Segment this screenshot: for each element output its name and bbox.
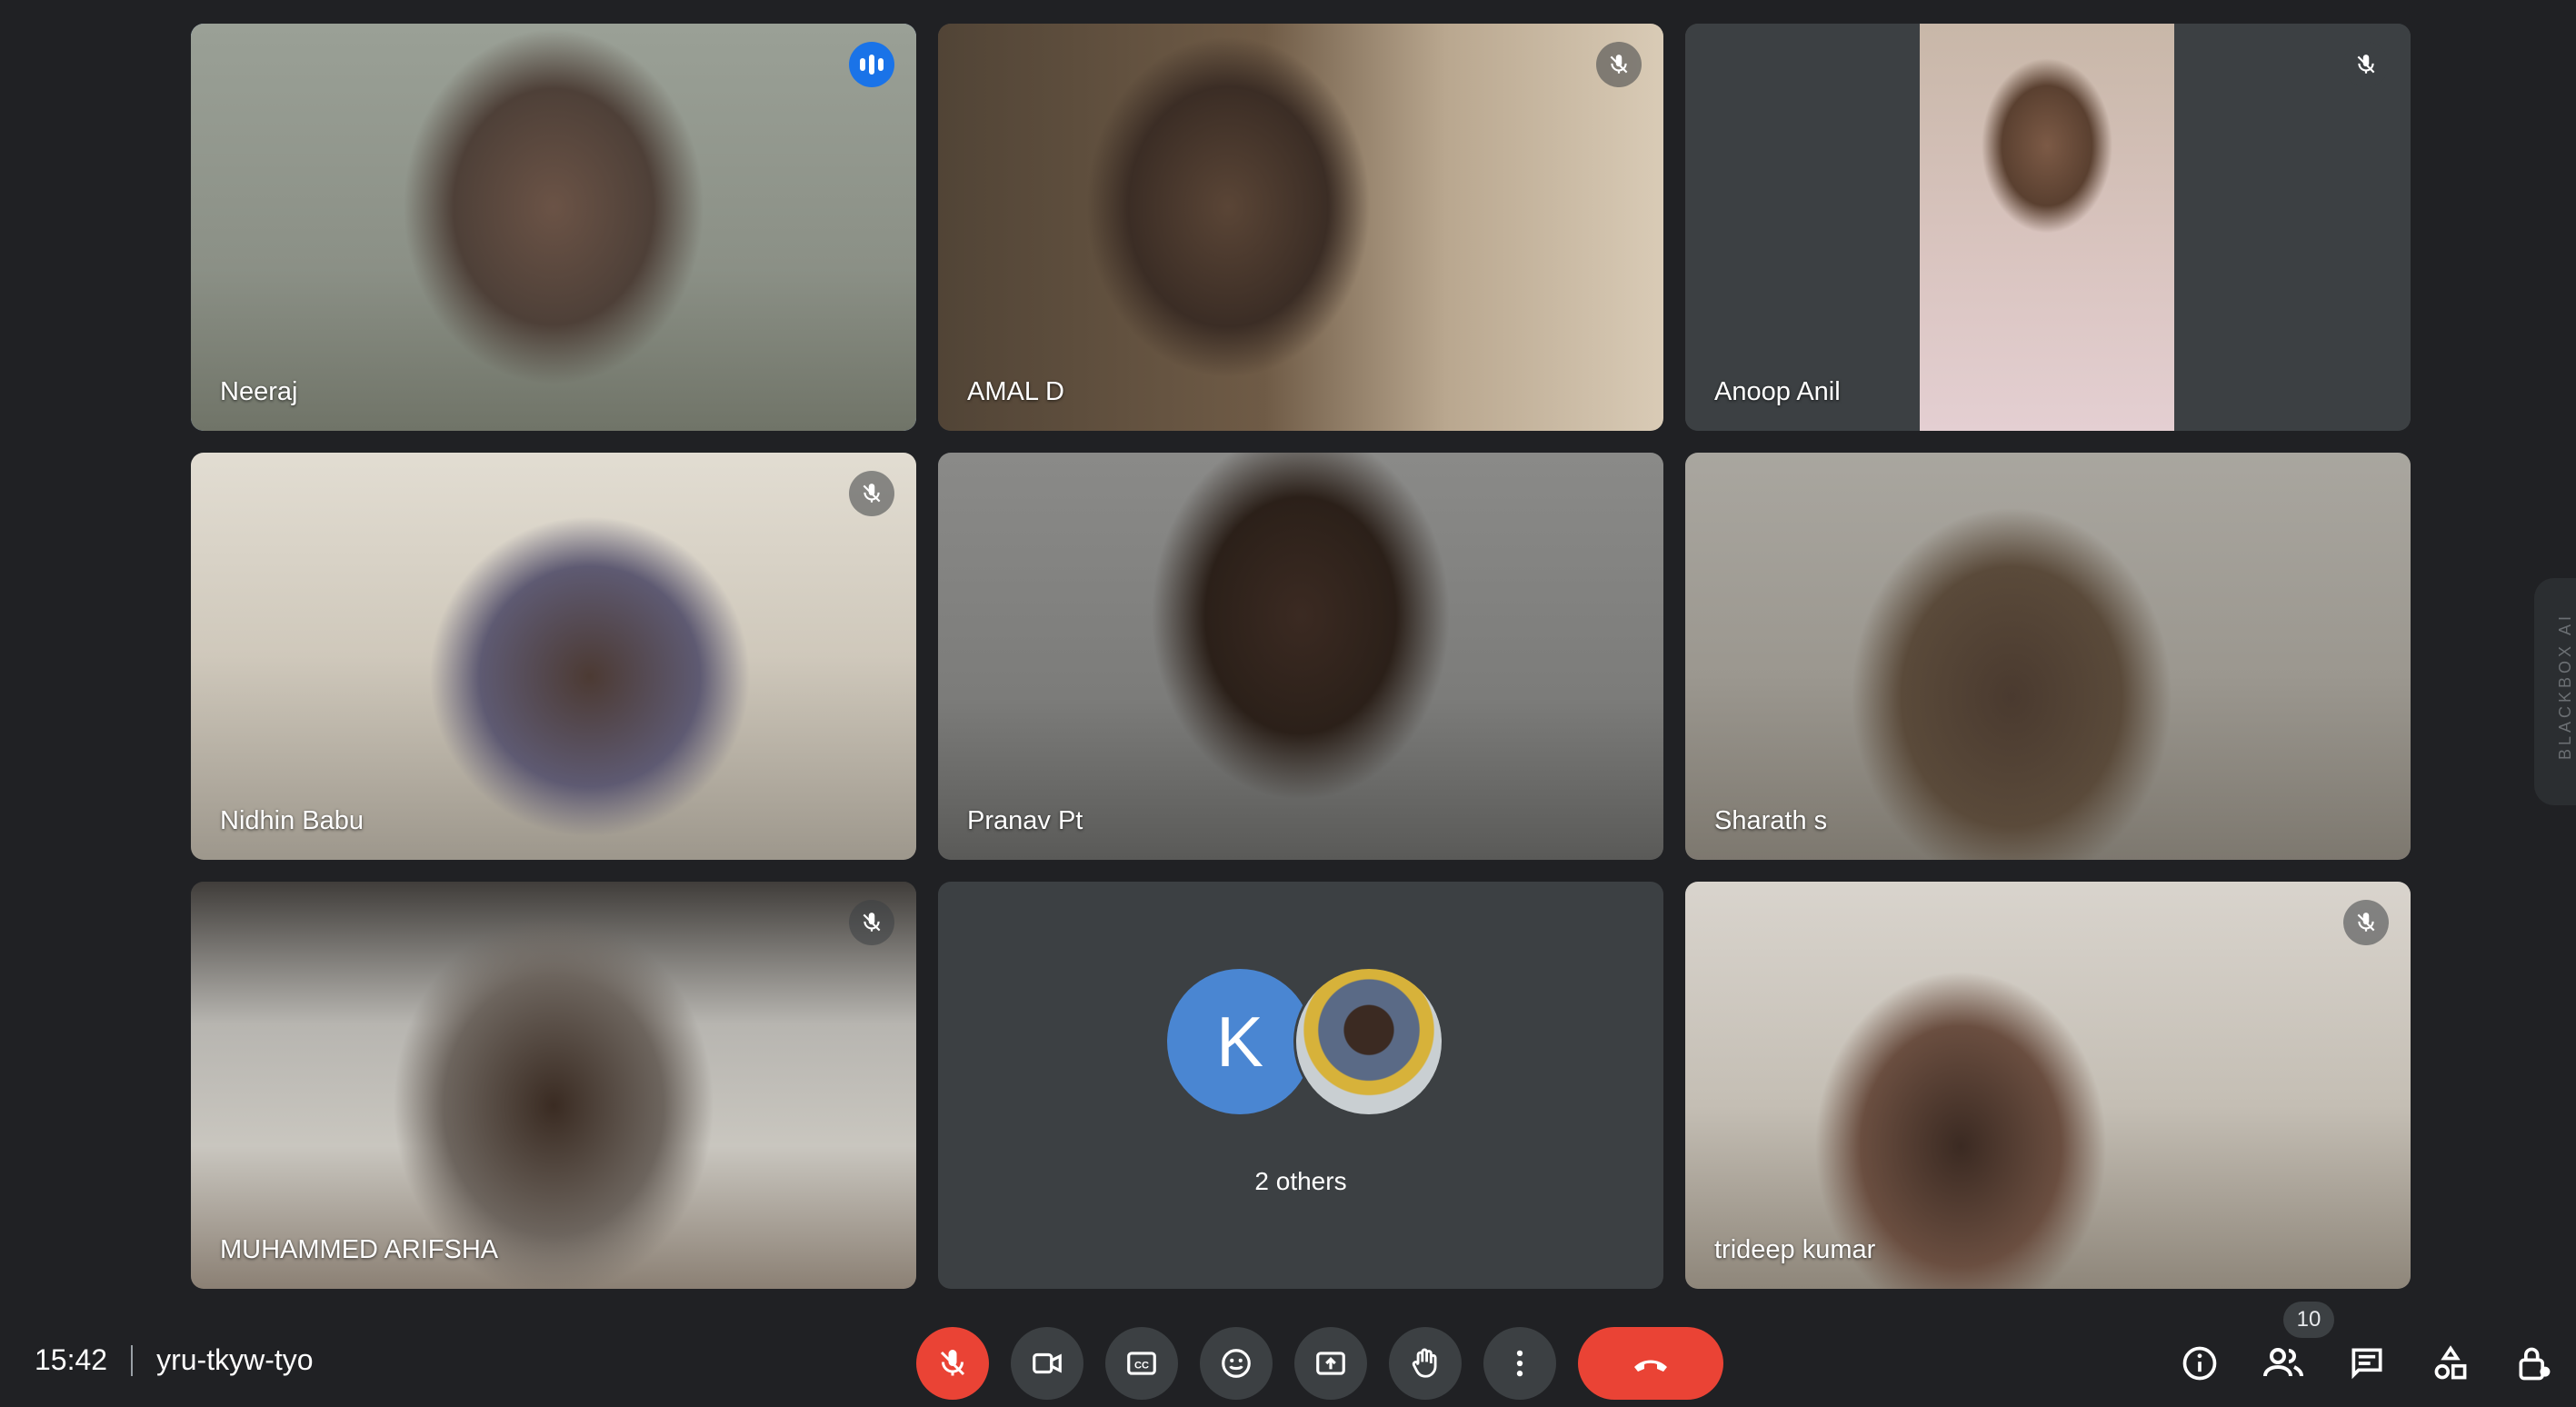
people-icon: [2263, 1348, 2303, 1377]
participant-name: Nidhin Babu: [220, 806, 364, 835]
participant-name: Anoop Anil: [1714, 377, 1841, 406]
participant-tile-pranav[interactable]: Pranav Pt: [938, 453, 1663, 860]
speaking-indicator-icon: [849, 42, 894, 87]
activities-button[interactable]: [2421, 1334, 2480, 1392]
video-feed: [938, 24, 1663, 431]
video-feed: [191, 882, 916, 1289]
raise-hand-icon: [1412, 1348, 1437, 1378]
more-vert-icon: [1516, 1350, 1523, 1377]
people-button[interactable]: [2254, 1334, 2312, 1392]
participant-name: trideep kumar: [1714, 1235, 1876, 1264]
mic-off-icon: [2343, 900, 2389, 945]
participant-tile-nidhin[interactable]: Nidhin Babu: [191, 453, 916, 860]
extension-label: BLACKBOX AI: [2556, 612, 2574, 760]
extension-side-tab[interactable]: BLACKBOX AI: [2534, 578, 2576, 805]
video-feed: [191, 453, 916, 860]
video-feed: [1685, 453, 2411, 860]
meeting-code: yru-tkyw-tyo: [156, 1343, 314, 1376]
participant-name: AMAL D: [967, 377, 1064, 406]
host-controls-button[interactable]: [2505, 1334, 2563, 1392]
participant-tile-arifsha[interactable]: MUHAMMED ARIFSHA: [191, 882, 916, 1289]
chat-button[interactable]: [2338, 1334, 2396, 1392]
leave-call-button[interactable]: [1578, 1327, 1723, 1400]
mic-off-icon: [849, 900, 894, 945]
side-panel-controls: [2171, 1334, 2576, 1392]
mic-off-icon: [940, 1350, 965, 1376]
mic-off-icon: [2343, 42, 2389, 87]
more-options-button[interactable]: [1483, 1327, 1556, 1400]
meeting-time: 15:42: [35, 1343, 108, 1376]
call-end-icon: [1634, 1360, 1667, 1372]
portrait-video: [1920, 24, 2174, 431]
participant-tile-trideep[interactable]: trideep kumar: [1685, 882, 2411, 1289]
participant-tile-sharath[interactable]: Sharath s: [1685, 453, 2411, 860]
avatar: K: [1167, 969, 1313, 1114]
participant-name: Pranav Pt: [967, 806, 1083, 835]
shapes-icon: [2434, 1345, 2467, 1380]
emoji-icon: [1222, 1349, 1251, 1378]
video-feed: [1685, 24, 2411, 431]
participant-name: Neeraj: [220, 377, 298, 406]
participant-tile-amal[interactable]: AMAL D: [938, 24, 1663, 431]
people-count-badge: 10: [2283, 1302, 2334, 1338]
others-tile[interactable]: K 2 others: [938, 882, 1663, 1289]
camera-toggle-button[interactable]: [1011, 1327, 1083, 1400]
video-feed: [1685, 882, 2411, 1289]
participant-name: Sharath s: [1714, 806, 1828, 835]
mic-off-icon: [849, 471, 894, 516]
meeting-info-button[interactable]: [2171, 1334, 2229, 1392]
raise-hand-button[interactable]: [1389, 1327, 1462, 1400]
meeting-details: 15:42 yru-tkyw-tyo: [35, 1343, 314, 1377]
chat-icon: [2351, 1348, 2382, 1380]
call-controls: CC: [916, 1327, 1723, 1400]
svg-text:CC: CC: [1134, 1361, 1149, 1372]
info-icon: [2182, 1346, 2217, 1381]
video-feed: [191, 24, 916, 431]
mic-off-icon: [1596, 42, 1642, 87]
lock-person-icon: [2519, 1347, 2551, 1381]
divider: [131, 1344, 134, 1376]
avatar-photo: [1296, 969, 1442, 1114]
captions-button[interactable]: CC: [1105, 1327, 1178, 1400]
others-label: 2 others: [1254, 1167, 1347, 1195]
mic-toggle-button[interactable]: [916, 1327, 989, 1400]
captions-icon: CC: [1127, 1352, 1156, 1375]
camera-icon: [1033, 1352, 1062, 1374]
participant-tile-neeraj[interactable]: Neeraj: [191, 24, 916, 431]
participant-name: MUHAMMED ARIFSHA: [220, 1235, 499, 1264]
emoji-reaction-button[interactable]: [1200, 1327, 1273, 1400]
participant-grid: Neeraj AMAL D Anoop Anil Nidhin Babu Pra…: [191, 24, 2411, 1289]
present-icon: [1316, 1352, 1345, 1375]
video-feed: [938, 453, 1663, 860]
present-screen-button[interactable]: [1294, 1327, 1367, 1400]
participant-tile-anoop[interactable]: Anoop Anil: [1685, 24, 2411, 431]
